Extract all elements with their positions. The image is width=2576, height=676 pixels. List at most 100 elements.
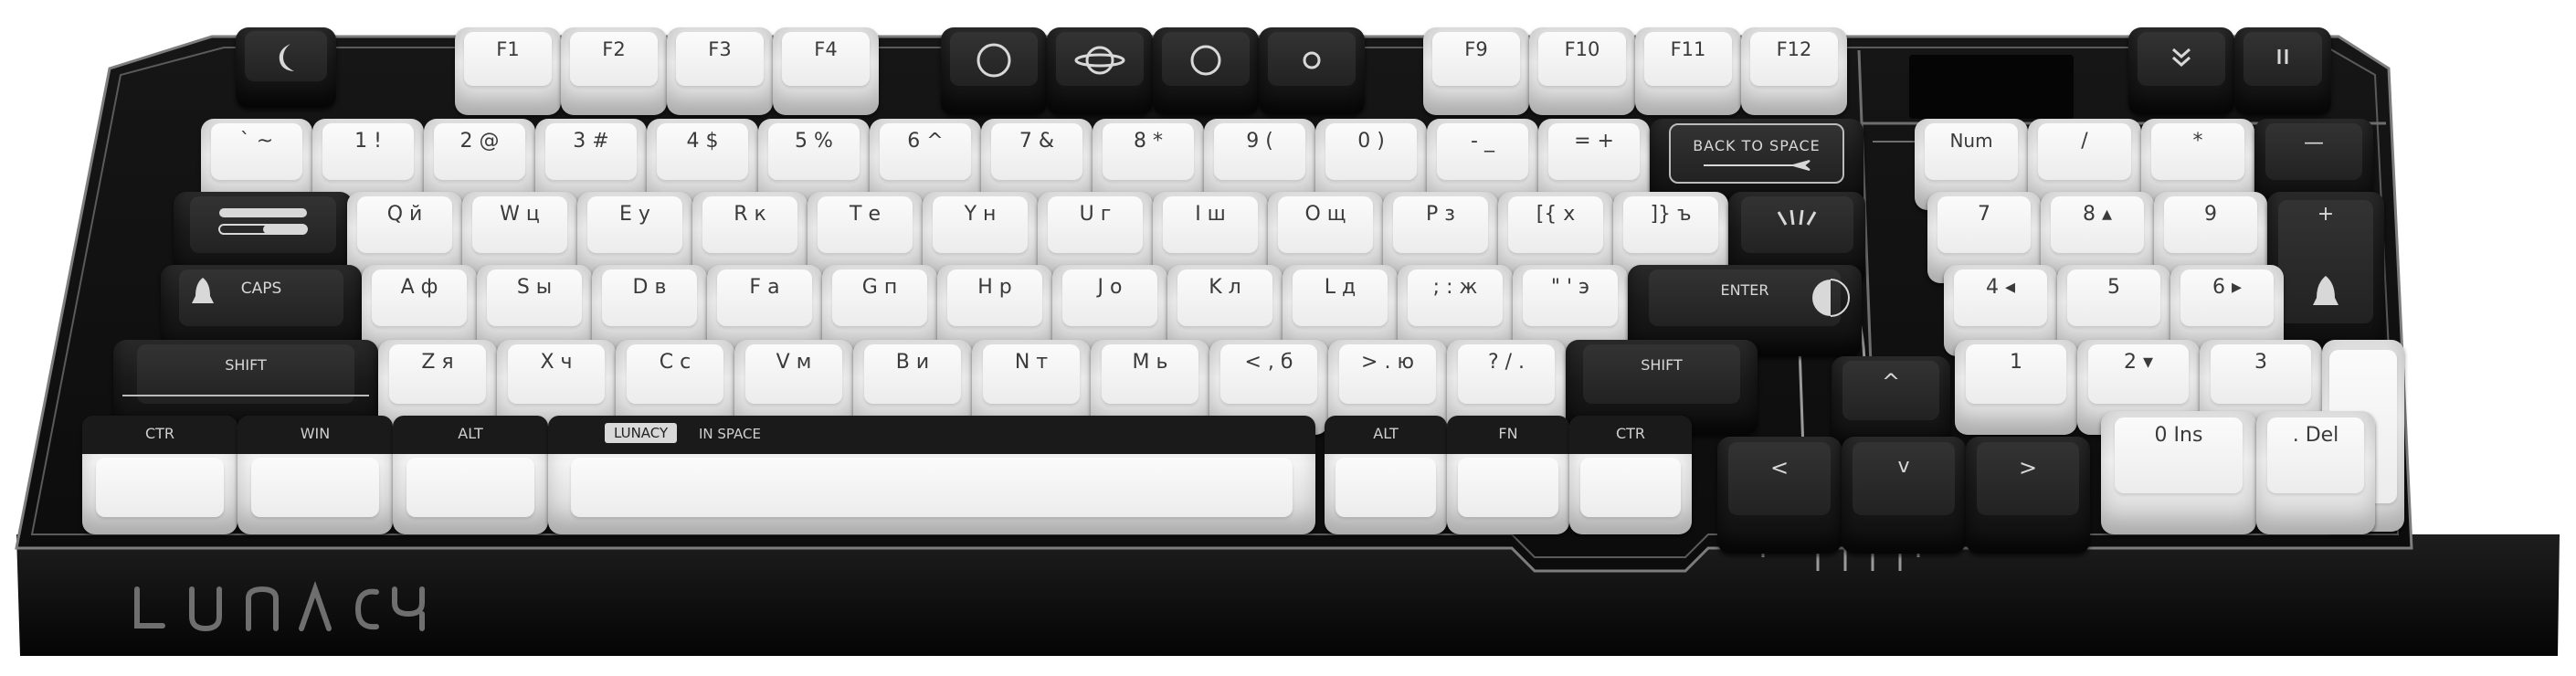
- f12-key[interactable]: F12: [1741, 27, 1847, 115]
- key-label: <: [1769, 455, 1789, 481]
- launch-sparks-icon: [1777, 209, 1817, 226]
- key-label: ALT: [458, 425, 483, 442]
- key-label: S ы: [516, 276, 553, 299]
- key-label: W ц: [500, 203, 540, 226]
- shift-trim: [122, 395, 369, 396]
- key-label: F11: [1670, 38, 1706, 60]
- arrow-down-key[interactable]: v: [1842, 437, 1966, 554]
- key-label: F3: [708, 38, 732, 60]
- left-ctrl-key[interactable]: CTR: [82, 416, 238, 534]
- key-label: CTR: [1615, 425, 1646, 442]
- f6-key[interactable]: [1047, 27, 1153, 115]
- key-label: 7 &: [1019, 130, 1055, 153]
- toggle-switch-icon: [218, 208, 308, 235]
- key-label: F2: [602, 38, 626, 60]
- f5-key[interactable]: [941, 27, 1047, 115]
- pause-icon: [2277, 49, 2288, 64]
- key-label: F9: [1464, 38, 1488, 60]
- key-label: A ф: [400, 276, 438, 299]
- crescent-moon-icon: [279, 44, 294, 71]
- num0-key[interactable]: 0 Ins: [2101, 411, 2256, 534]
- key-label: 8 ▴: [2082, 203, 2113, 226]
- fn-key[interactable]: FN: [1447, 416, 1569, 534]
- arrow-left-key[interactable]: <: [1717, 437, 1842, 554]
- key-label: Z я: [421, 351, 454, 374]
- key-label: Num: [1949, 130, 1993, 152]
- key-label: +: [2317, 203, 2335, 226]
- circle-outline-icon: [1190, 45, 1221, 76]
- key-label: 4 $: [686, 130, 719, 153]
- key-label: F10: [1564, 38, 1600, 60]
- media-key-1[interactable]: [2128, 27, 2234, 115]
- key-label: 6 ^: [907, 130, 944, 153]
- key-label: G п: [861, 276, 898, 299]
- key-label: >: [2018, 455, 2038, 481]
- f3-key[interactable]: F3: [667, 27, 773, 115]
- key-label: 1 !: [354, 130, 382, 153]
- f8-key[interactable]: [1259, 27, 1365, 115]
- key-label: 5 %: [795, 130, 833, 153]
- key-label: = +: [1574, 130, 1614, 153]
- left-alt-key[interactable]: ALT: [393, 416, 548, 534]
- rocket-icon: [2313, 276, 2338, 305]
- key-label: 3: [2254, 351, 2267, 374]
- oled-screen: [1909, 55, 2074, 119]
- key-label: " ' э: [1550, 276, 1590, 299]
- f10-key[interactable]: F10: [1529, 27, 1635, 115]
- key-label: SHIFT: [1641, 356, 1683, 374]
- key-label: 4 ◂: [1985, 276, 2016, 299]
- key-label: *: [2192, 130, 2203, 153]
- f2-key[interactable]: F2: [561, 27, 667, 115]
- key-label: 2 ▾: [2123, 351, 2154, 374]
- right-ctrl-key[interactable]: CTR: [1569, 416, 1692, 534]
- key-label: BACK TO SPACE: [1693, 137, 1821, 154]
- right-alt-key[interactable]: ALT: [1325, 416, 1447, 534]
- key-label: F а: [749, 276, 780, 299]
- space-bar[interactable]: LUNACY IN SPACE: [548, 416, 1315, 534]
- key-label: L д: [1324, 276, 1357, 299]
- num1-key[interactable]: 1: [1955, 340, 2077, 435]
- chevron-double-down-icon: [2172, 48, 2191, 68]
- f7-key[interactable]: [1153, 27, 1259, 115]
- left-win-key[interactable]: WIN: [238, 416, 393, 534]
- key-label: R к: [734, 203, 766, 226]
- key-label: N т: [1014, 351, 1049, 374]
- key-label: ALT: [1373, 425, 1399, 442]
- key-label: 9: [2204, 203, 2217, 226]
- f11-key[interactable]: F11: [1635, 27, 1741, 115]
- key-label: 0 Ins: [2154, 424, 2203, 447]
- key-label: SHIFT: [225, 356, 267, 374]
- key-label: - _: [1471, 130, 1494, 153]
- f1-key[interactable]: F1: [455, 27, 561, 115]
- key-label: Q й: [386, 203, 423, 226]
- key-label: T е: [850, 203, 881, 226]
- space-text: IN SPACE: [699, 426, 761, 442]
- arrow-right-key[interactable]: >: [1966, 437, 2090, 554]
- circle-outline-icon: [977, 43, 1011, 78]
- key-label: F12: [1776, 38, 1812, 60]
- space-badge: LUNACY: [605, 423, 678, 443]
- key-label: K л: [1209, 276, 1241, 299]
- key-label: M ь: [1132, 351, 1168, 374]
- planet-ring-icon: [1074, 46, 1125, 75]
- half-moon-icon: [1812, 279, 1850, 317]
- key-label: H р: [977, 276, 1012, 299]
- key-label: X ч: [540, 351, 573, 374]
- key-label: 9 (: [1246, 130, 1273, 153]
- key-label: E у: [619, 203, 650, 226]
- key-label: 0 ): [1357, 130, 1385, 153]
- key-label: [{ х: [1536, 203, 1576, 226]
- num-del-key[interactable]: . Del: [2256, 411, 2375, 534]
- f4-key[interactable]: F4: [773, 27, 879, 115]
- key-label: 2 @: [459, 130, 500, 153]
- key-label: WIN: [300, 425, 331, 442]
- escape-key[interactable]: [236, 27, 336, 108]
- key-label: . Del: [2292, 424, 2339, 447]
- key-label: P з: [1426, 203, 1455, 226]
- num-plus-key[interactable]: +: [2267, 192, 2384, 356]
- media-key-2[interactable]: [2234, 27, 2331, 115]
- key-label: 5: [2107, 276, 2120, 299]
- key-label: FN: [1498, 425, 1518, 442]
- key-label: U г: [1079, 203, 1112, 226]
- f9-key[interactable]: F9: [1423, 27, 1529, 115]
